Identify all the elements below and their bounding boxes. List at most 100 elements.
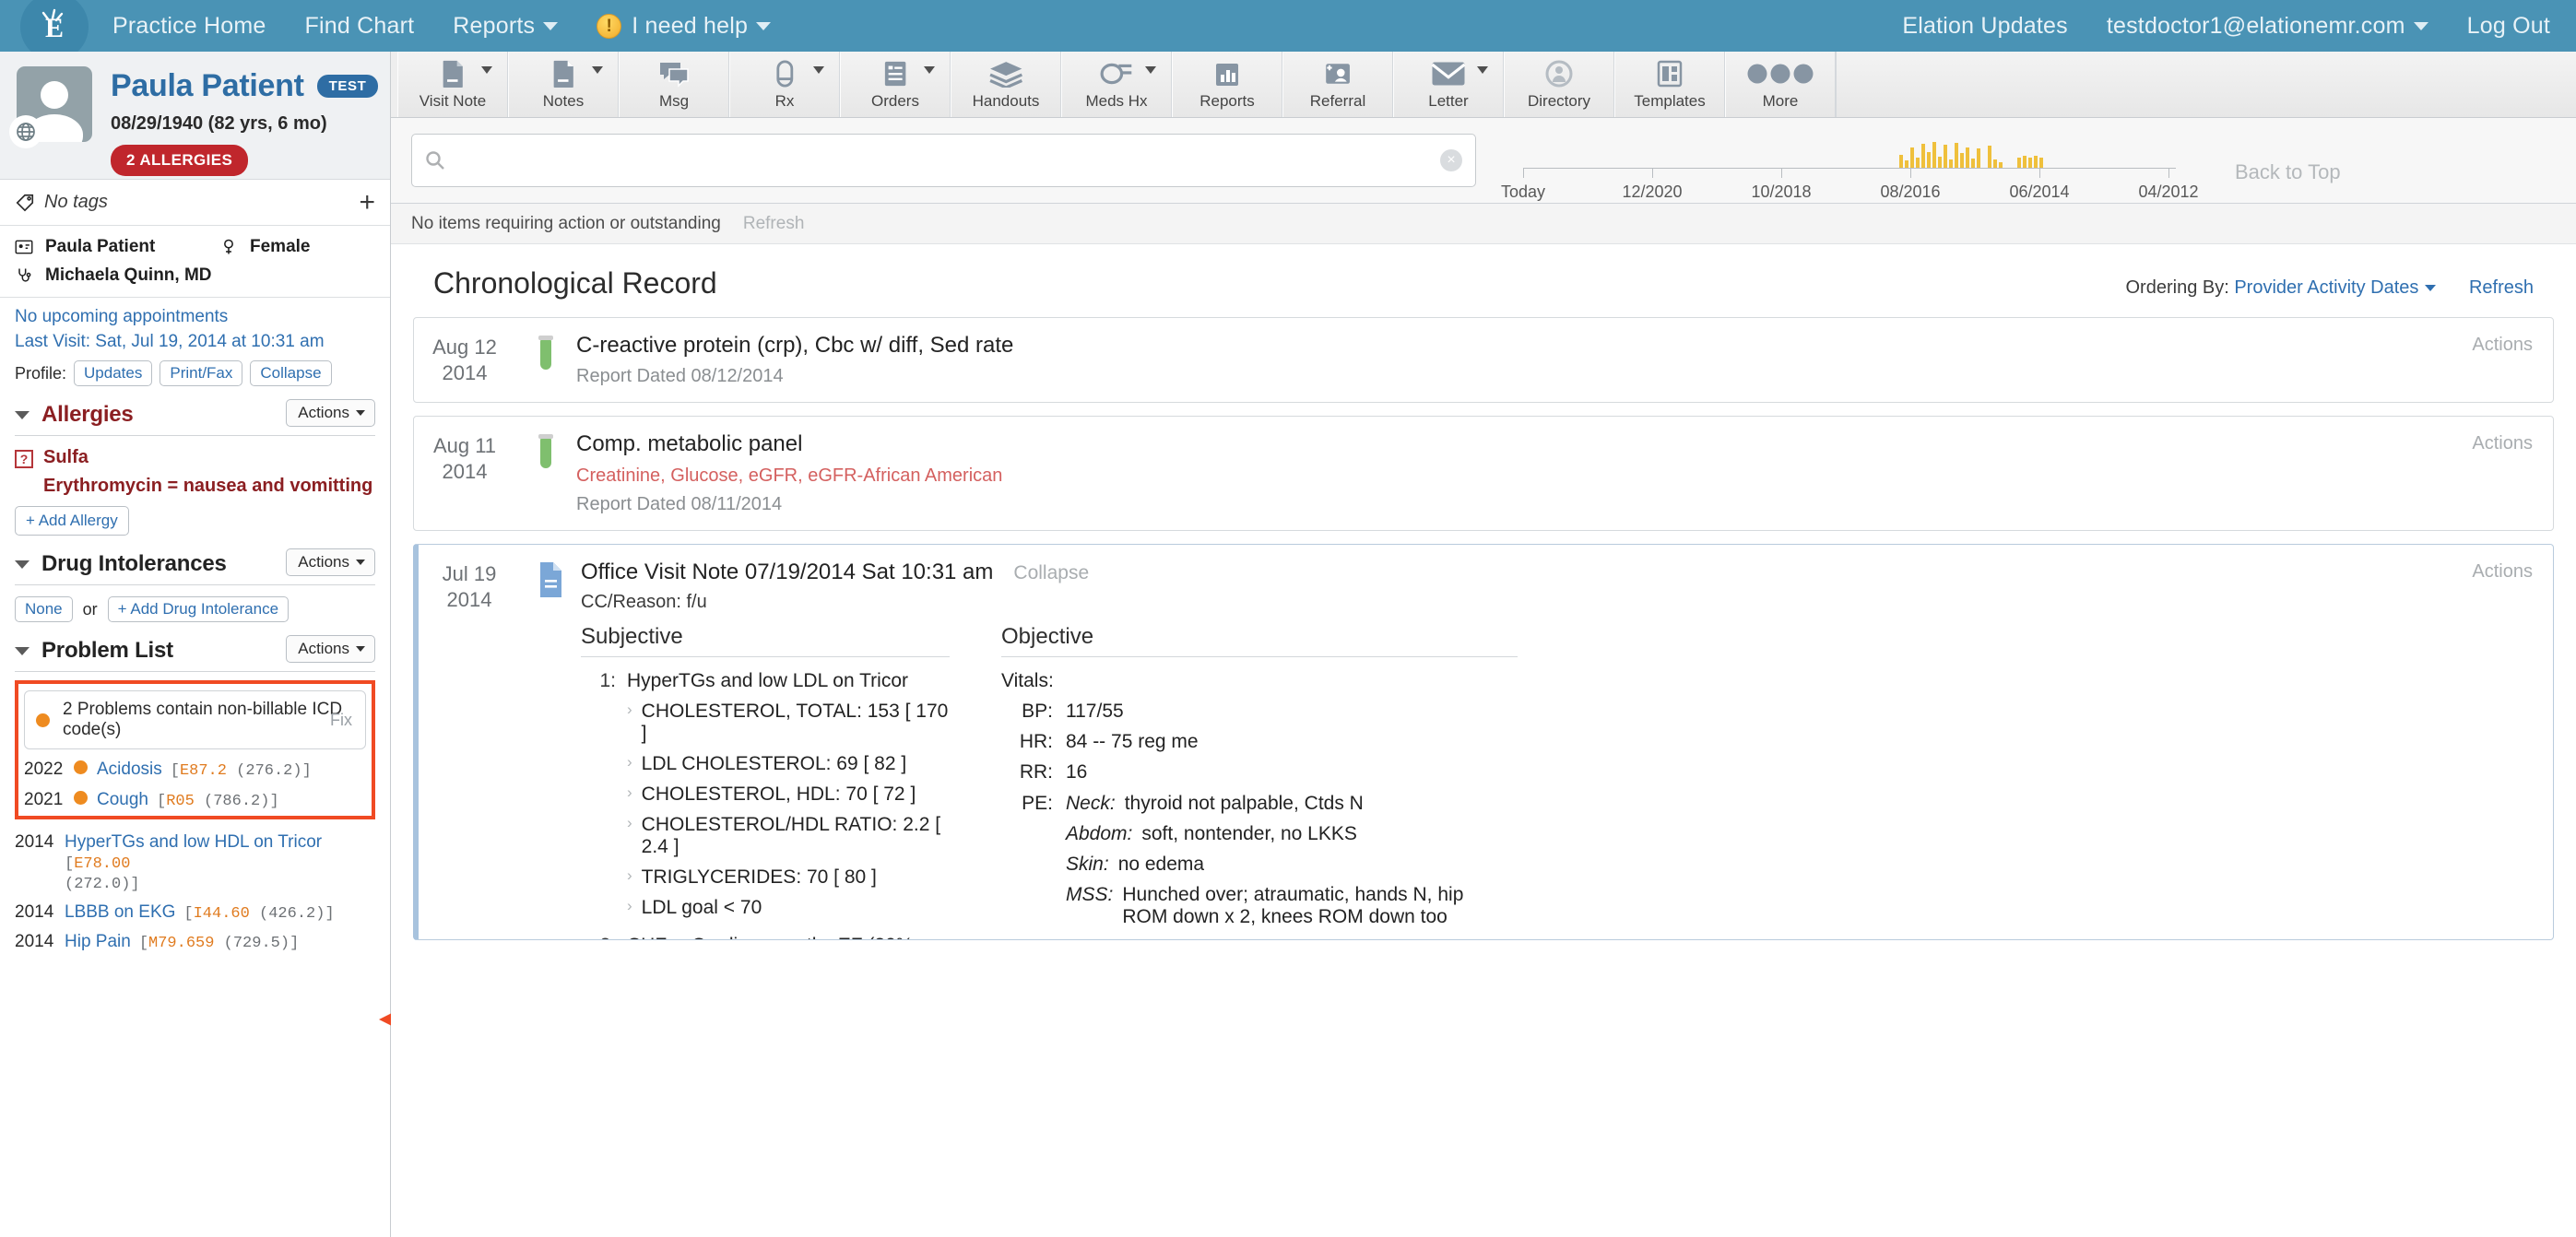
- templates-icon: [1657, 58, 1683, 89]
- allergies-actions-button[interactable]: Actions: [286, 399, 375, 427]
- problem-name[interactable]: Cough: [97, 790, 148, 810]
- visit-collapse-link[interactable]: Collapse: [1013, 562, 1089, 584]
- last-visit-link[interactable]: Last Visit: Sat, Jul 19, 2014 at 10:31 a…: [15, 332, 375, 352]
- status-badge-test: TEST: [317, 75, 379, 98]
- record-abnormal-results[interactable]: Creatinine, Glucose, eGFR, eGFR-African …: [576, 465, 2424, 487]
- toolbar-templates[interactable]: Templates: [1614, 52, 1725, 117]
- subjective-sub-item: ›TRIGLYCERIDES: 70 [ 80 ]: [627, 866, 950, 889]
- collapse-triangle-icon[interactable]: [15, 647, 30, 655]
- nav-i-need-help[interactable]: ! I need help: [597, 13, 771, 40]
- toolbar-label: Directory: [1528, 92, 1590, 111]
- record-refresh-link[interactable]: Refresh: [2469, 277, 2534, 298]
- timeline-tick-label: Today: [1501, 183, 1545, 202]
- add-tag-button[interactable]: +: [359, 189, 375, 217]
- chevron-down-icon[interactable]: [813, 66, 824, 74]
- chevron-down-icon[interactable]: [1145, 66, 1156, 74]
- close-icon[interactable]: ×: [1440, 149, 1462, 171]
- record-card[interactable]: Aug 122014 C-reactive protein (crp), Cbc…: [413, 317, 2554, 403]
- timeline-bar: [1999, 162, 2003, 168]
- toolbar-msg[interactable]: Msg: [619, 52, 729, 117]
- ellipsis-icon: [1743, 58, 1817, 89]
- action-status-text: No items requiring action or outstanding: [411, 214, 721, 234]
- timeline-navigator[interactable]: Today 12/2020 10/2018 08/2016 06/2014 04…: [1514, 125, 2205, 199]
- nav-reports[interactable]: Reports: [453, 13, 558, 40]
- toolbar-rx[interactable]: Rx: [729, 52, 840, 117]
- page-title[interactable]: Paula Patient: [111, 68, 304, 104]
- toolbar-handouts[interactable]: Handouts: [951, 52, 1061, 117]
- toolbar-orders[interactable]: Orders: [840, 52, 951, 117]
- chevron-down-icon[interactable]: [924, 66, 935, 74]
- record-card-title[interactable]: C-reactive protein (crp), Cbc w/ diff, S…: [576, 333, 2424, 359]
- record-card-actions[interactable]: Actions: [2472, 335, 2533, 356]
- ordering-select[interactable]: Provider Activity Dates: [2234, 277, 2436, 298]
- toolbar-notes[interactable]: Notes: [508, 52, 619, 117]
- timeline-axis: [1523, 168, 2176, 169]
- add-allergy-button[interactable]: + Add Allergy: [15, 506, 129, 536]
- nav-user-account[interactable]: testdoctor1@elationemr.com: [2107, 13, 2428, 40]
- timeline-tick-label: 12/2020: [1622, 183, 1682, 202]
- nav-elation-updates[interactable]: Elation Updates: [1902, 13, 2068, 40]
- visit-note-card[interactable]: Jul 192014 Office Visit Note 07/19/2014 …: [413, 544, 2554, 940]
- problem-row[interactable]: 2014 LBBB on EKG [I44.60 (426.2)]: [15, 902, 375, 923]
- record-card-title[interactable]: Comp. metabolic panel: [576, 431, 2424, 457]
- search-input[interactable]: [456, 150, 1440, 171]
- chevron-down-icon[interactable]: [481, 66, 492, 74]
- nav-practice-home[interactable]: Practice Home: [112, 13, 266, 40]
- problem-row[interactable]: 2021 Cough [R05 (786.2)]: [24, 790, 366, 810]
- problem-name[interactable]: Acidosis: [97, 760, 162, 780]
- toolbar-letter[interactable]: Letter: [1393, 52, 1504, 117]
- problem-name[interactable]: LBBB on EKG: [65, 902, 175, 923]
- allergy-note: Erythromycin = nausea and vomitting: [43, 476, 375, 497]
- problem-name[interactable]: Hip Pain: [65, 932, 131, 952]
- timeline-tick-label: 04/2012: [2138, 183, 2198, 202]
- record-card-actions[interactable]: Actions: [2472, 433, 2533, 454]
- demographic-gender-group: Female: [219, 237, 310, 257]
- problem-name[interactable]: HyperTGs and low HDL on Tricor: [65, 832, 322, 852]
- chevron-down-icon[interactable]: [592, 66, 603, 74]
- nonbillable-notice[interactable]: 2 Problems contain non-billable ICD code…: [24, 690, 366, 749]
- upcoming-appointments-link[interactable]: No upcoming appointments: [15, 307, 375, 327]
- drug-intolerance-none-button[interactable]: None: [15, 596, 73, 622]
- profile-printfax-button[interactable]: Print/Fax: [160, 360, 242, 386]
- refresh-link[interactable]: Refresh: [743, 214, 805, 234]
- problem-icd9: (426.2): [259, 905, 325, 923]
- fix-link[interactable]: Fix: [330, 711, 352, 730]
- problem-row[interactable]: 2022 Acidosis [E87.2 (276.2)]: [24, 760, 366, 780]
- subjective-sub-item: ›CHOLESTEROL, TOTAL: 153 [ 170 ]: [627, 701, 950, 745]
- visit-note-title[interactable]: Office Visit Note 07/19/2014 Sat 10:31 a…: [581, 560, 993, 585]
- visit-card-actions[interactable]: Actions: [2472, 561, 2533, 583]
- add-drug-intolerance-button[interactable]: + Add Drug Intolerance: [108, 596, 289, 622]
- drug-intolerances-actions-button[interactable]: Actions: [286, 548, 375, 576]
- toolbar-referral[interactable]: Referral: [1282, 52, 1393, 117]
- objective-column: Objective Vitals: BP:117/55 HR:84 -- 75 …: [1001, 624, 1518, 940]
- avatar[interactable]: [17, 66, 92, 142]
- problem-icd9: (729.5): [224, 935, 290, 952]
- back-to-top-link[interactable]: Back to Top: [2235, 160, 2341, 184]
- record-card[interactable]: Aug 112014 Comp. metabolic panel Creatin…: [413, 416, 2554, 531]
- chevron-down-icon[interactable]: [1477, 66, 1488, 74]
- status-badge-allergies[interactable]: 2 ALLERGIES: [111, 145, 248, 176]
- toolbar-visit-note[interactable]: Visit Note: [397, 52, 508, 117]
- profile-collapse-button[interactable]: Collapse: [250, 360, 331, 386]
- chevron-right-icon: ›: [627, 783, 632, 806]
- problem-list-actions-button[interactable]: Actions: [286, 635, 375, 663]
- toolbar-more[interactable]: More: [1725, 52, 1836, 117]
- collapse-triangle-icon[interactable]: [15, 560, 30, 569]
- patient-header: Paula Patient TEST 08/29/1940 (82 yrs, 6…: [0, 52, 390, 180]
- problem-row[interactable]: 2014 HyperTGs and low HDL on Tricor [E78…: [15, 832, 375, 893]
- allergy-item[interactable]: ? Sulfa: [15, 447, 375, 468]
- nav-find-chart[interactable]: Find Chart: [305, 13, 415, 40]
- search-box[interactable]: ×: [411, 134, 1476, 187]
- profile-updates-button[interactable]: Updates: [74, 360, 152, 386]
- toolbar-reports[interactable]: Reports: [1172, 52, 1282, 117]
- collapse-triangle-icon[interactable]: [15, 411, 30, 419]
- timeline-bar: [1944, 145, 1947, 168]
- chevron-right-icon: ›: [627, 814, 632, 858]
- subjective-sub-item: ›CHOLESTEROL/HDL RATIO: 2.2 [ 2.4 ]: [627, 814, 950, 858]
- record-card-subtitle: Report Dated 08/12/2014: [576, 366, 2424, 387]
- nav-log-out[interactable]: Log Out: [2467, 13, 2550, 40]
- problem-row[interactable]: 2014 Hip Pain [M79.659 (729.5)]: [15, 932, 375, 952]
- toolbar-directory[interactable]: Directory: [1504, 52, 1614, 117]
- toolbar-meds-hx[interactable]: Meds Hx: [1061, 52, 1172, 117]
- subjective-heading: Subjective: [581, 624, 950, 657]
